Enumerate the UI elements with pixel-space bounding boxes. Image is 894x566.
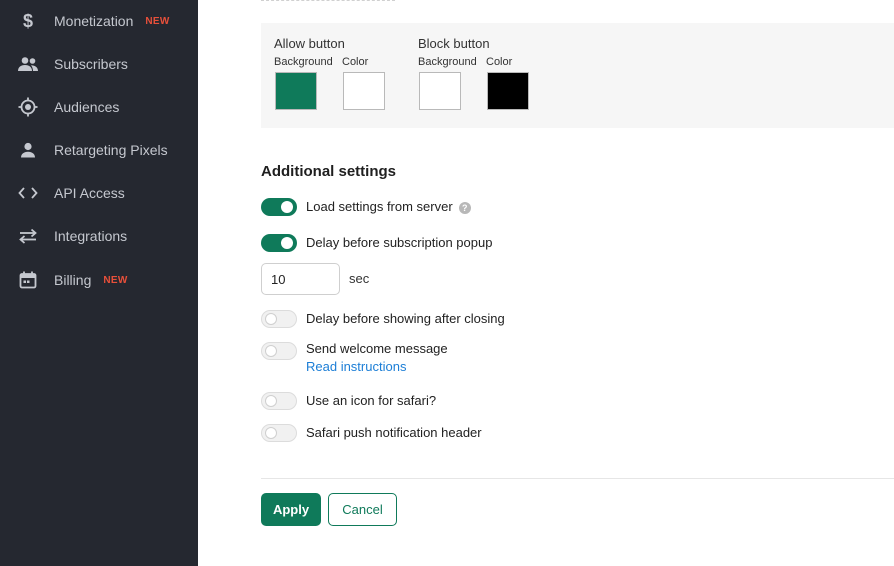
allow-background-swatch[interactable]: [275, 72, 317, 110]
load-settings-toggle[interactable]: [261, 198, 297, 216]
allow-background-label: Background: [274, 56, 333, 68]
block-background-label: Background: [418, 56, 477, 68]
load-settings-label: Load settings from server?: [306, 199, 471, 214]
welcome-message-toggle[interactable]: [261, 342, 297, 360]
welcome-message-label: Send welcome message: [306, 341, 448, 356]
delay-unit-label: sec: [349, 271, 370, 286]
toggle-knob: [265, 345, 277, 357]
sidebar-item-label: Audiences: [54, 99, 120, 115]
sidebar-item-label: Integrations: [54, 228, 128, 244]
toggle-knob: [265, 395, 277, 407]
delay-seconds-input[interactable]: [261, 263, 340, 295]
delay-after-closing-label: Delay before showing after closing: [306, 311, 505, 326]
cancel-button[interactable]: Cancel: [328, 493, 397, 526]
sidebar: $ Monetization NEW Subscribers Audiences…: [0, 0, 198, 566]
main-content: Allow button Background Color Block butt…: [198, 0, 894, 566]
dollar-icon: $: [22, 10, 33, 31]
divider: [261, 0, 395, 1]
toggle-knob: [281, 237, 293, 249]
safari-header-toggle[interactable]: [261, 424, 297, 442]
allow-color-swatch[interactable]: [343, 72, 385, 110]
block-color-swatch[interactable]: [487, 72, 529, 110]
code-icon: [17, 182, 39, 204]
delay-popup-label: Delay before subscription popup: [306, 235, 493, 250]
button-colors-panel: Allow button Background Color Block butt…: [261, 23, 894, 128]
allow-color-label: Color: [342, 56, 369, 68]
apply-button[interactable]: Apply: [261, 493, 321, 526]
sidebar-item-label: Monetization NEW: [54, 13, 170, 29]
block-color-label: Color: [486, 56, 513, 68]
delay-popup-toggle[interactable]: [261, 234, 297, 252]
toggle-knob: [281, 201, 293, 213]
sidebar-item-billing[interactable]: Billing NEW: [0, 260, 198, 300]
sidebar-item-subscribers[interactable]: Subscribers: [0, 44, 198, 84]
sidebar-item-label: Subscribers: [54, 56, 128, 72]
new-badge: NEW: [145, 16, 170, 27]
safari-icon-label: Use an icon for safari?: [306, 393, 437, 408]
delay-after-closing-toggle[interactable]: [261, 310, 297, 328]
sidebar-item-integrations[interactable]: Integrations: [0, 216, 198, 256]
person-icon: [17, 139, 39, 161]
actions-divider: [261, 478, 894, 479]
allow-button-title: Allow button: [274, 36, 345, 51]
safari-header-label: Safari push notification header: [306, 425, 482, 440]
toggle-knob: [265, 427, 277, 439]
sidebar-item-api-access[interactable]: API Access: [0, 173, 198, 213]
new-badge: NEW: [103, 275, 128, 286]
people-icon: [17, 53, 39, 75]
safari-icon-toggle[interactable]: [261, 392, 297, 410]
sidebar-item-retargeting-pixels[interactable]: Retargeting Pixels: [0, 130, 198, 170]
sidebar-item-label: Billing NEW: [54, 272, 128, 288]
sidebar-item-audiences[interactable]: Audiences: [0, 87, 198, 127]
sidebar-item-label: API Access: [54, 185, 125, 201]
sidebar-item-monetization[interactable]: $ Monetization NEW: [0, 1, 198, 41]
calendar-icon: [17, 269, 39, 291]
read-instructions-link[interactable]: Read instructions: [306, 359, 406, 374]
help-icon[interactable]: ?: [458, 202, 471, 214]
block-button-title: Block button: [418, 36, 490, 51]
sidebar-item-label: Retargeting Pixels: [54, 142, 168, 158]
toggle-knob: [265, 313, 277, 325]
swap-arrows-icon: [17, 225, 39, 247]
additional-settings-title: Additional settings: [261, 163, 396, 180]
block-background-swatch[interactable]: [419, 72, 461, 110]
target-icon: [17, 96, 39, 118]
